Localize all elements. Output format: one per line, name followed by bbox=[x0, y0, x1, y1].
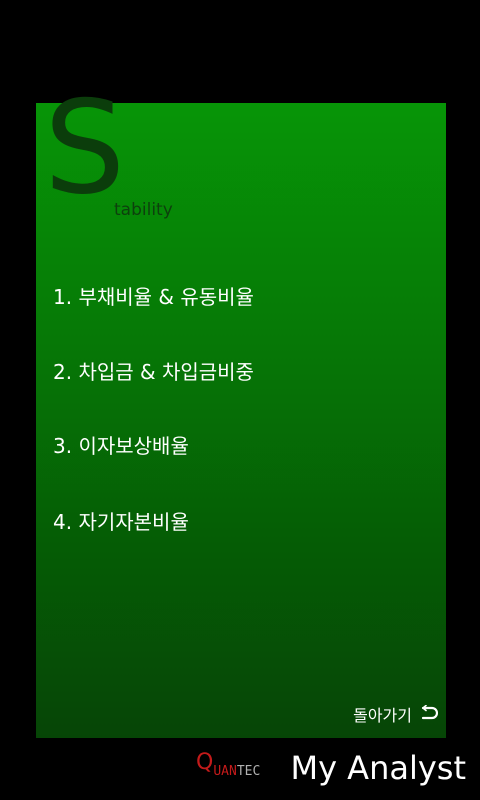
back-button-label: 돌아가기 bbox=[353, 706, 412, 725]
logo-rest: UANTEC bbox=[213, 765, 260, 778]
app-screen: S tability 1. 부채비율 & 유동비율 2. 차입금 & 차입금비중… bbox=[0, 0, 480, 800]
menu-item-interest-coverage[interactable]: 3. 이자보상배율 bbox=[53, 430, 189, 459]
logo-tec: TEC bbox=[236, 764, 261, 779]
return-arrow-icon bbox=[420, 704, 439, 723]
footer: Q UANTEC My Analyst bbox=[0, 738, 480, 800]
logo-uan: UAN bbox=[213, 764, 237, 779]
title-rest: tability bbox=[114, 200, 173, 220]
menu-item-borrowings[interactable]: 2. 차입금 & 차입금비중 bbox=[53, 356, 254, 385]
back-button[interactable]: 돌아가기 bbox=[353, 702, 439, 726]
menu-item-debt-ratio[interactable]: 1. 부채비율 & 유동비율 bbox=[53, 281, 254, 310]
logo-q: Q bbox=[196, 750, 214, 775]
title-initial: S bbox=[44, 74, 125, 223]
menu-item-equity-ratio[interactable]: 4. 자기자본비율 bbox=[53, 506, 189, 535]
quantec-logo: Q UANTEC bbox=[196, 752, 260, 784]
stability-menu-panel: S tability 1. 부채비율 & 유동비율 2. 차입금 & 차입금비중… bbox=[36, 85, 446, 738]
app-name: My Analyst bbox=[290, 749, 466, 787]
